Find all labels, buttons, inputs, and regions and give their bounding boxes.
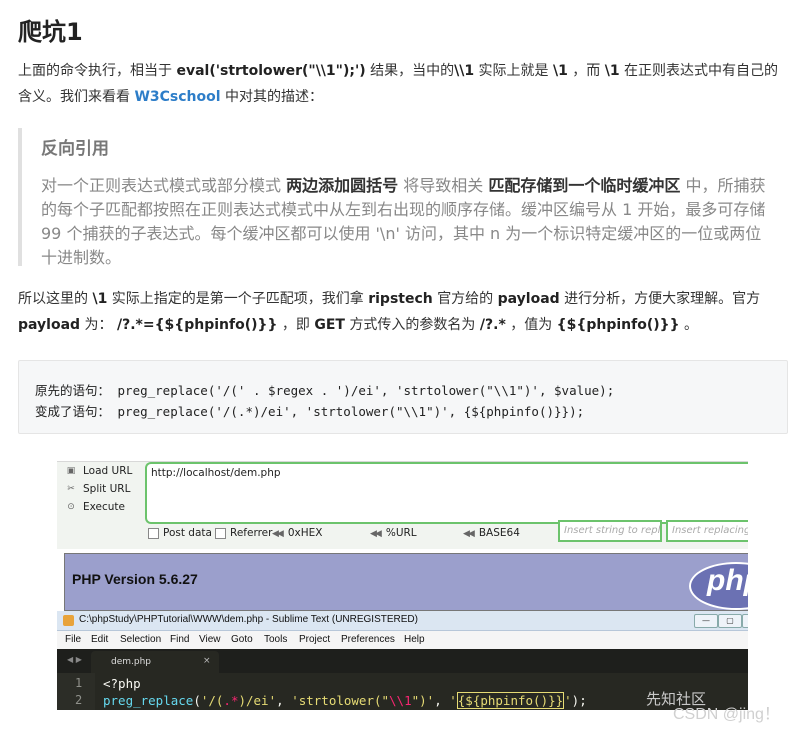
code-line-original: 原先的语句： preg_replace('/(' . $regex . ')/e… <box>35 383 615 398</box>
sublime-window: C:\phpStudy\PHPTutorial\WWW\dem.php - Su… <box>57 611 748 710</box>
sublime-tabbar: ◀ ▶ dem.php × <box>57 649 748 673</box>
line-gutter: 1 2 <box>57 673 95 710</box>
url-textarea[interactable]: http://localhost/dem.php <box>145 462 748 524</box>
split-url-button[interactable]: ✂ Split URL <box>65 483 130 495</box>
w3cschool-link[interactable]: W3Cschool <box>134 89 220 105</box>
line-number: 2 <box>75 693 83 707</box>
menu-goto[interactable]: Goto <box>231 634 253 645</box>
arrows-icon: ◀◀ <box>463 529 475 539</box>
csdn-watermark: CSDN @jing！ <box>673 706 780 723</box>
insert-string-input[interactable]: Insert string to replace <box>558 520 662 542</box>
execute-button[interactable]: ⊙ Execute <box>65 501 125 513</box>
minimize-button[interactable]: — <box>694 614 718 628</box>
embedded-screenshot: ▣ Load URL ✂ Split URL ⊙ Execute http://loc… <box>57 461 748 710</box>
arrows-icon: ◀◀ <box>272 529 284 539</box>
execute-icon: ⊙ <box>67 501 75 512</box>
line-number: 1 <box>75 676 83 690</box>
page-title: 爬坑1 <box>18 18 83 46</box>
php-logo: php <box>689 562 748 610</box>
sublime-editor[interactable]: 1 2 <?php preg_replace('/(.*)/ei', 'strt… <box>57 673 748 710</box>
phpinfo-header: PHP Version 5.6.27 php <box>64 553 748 611</box>
tab-close-icon[interactable]: × <box>203 656 211 666</box>
load-url-button[interactable]: ▣ Load URL <box>65 465 133 477</box>
close-window-button[interactable]: ✕ <box>742 614 748 628</box>
quote-heading: 反向引用 <box>41 139 109 159</box>
hex-encode-button[interactable]: ◀◀ 0xHEX <box>272 527 322 539</box>
menu-preferences[interactable]: Preferences <box>341 634 395 645</box>
code-line-changed: 变成了语句： preg_replace('/(.*)/ei', 'strtolo… <box>35 404 585 419</box>
selection-highlight: {${phpinfo()}} <box>456 692 565 709</box>
referrer-checkbox[interactable]: Referrer <box>215 527 272 539</box>
menu-find[interactable]: Find <box>170 634 189 645</box>
menu-tools[interactable]: Tools <box>264 634 287 645</box>
quote-text: 对一个正则表达式模式或部分模式 两边添加圆括号 将导致相关 匹配存储到一个临时缓… <box>41 176 766 267</box>
insert-replacing-input[interactable]: Insert replacing st <box>666 520 748 542</box>
blockquote: 反向引用 对一个正则表达式模式或部分模式 两边添加圆括号 将导致相关 匹配存储到… <box>18 128 792 267</box>
base64-button[interactable]: ◀◀ BASE64 <box>463 527 520 539</box>
arrows-icon: ◀◀ <box>370 529 382 539</box>
url-encode-button[interactable]: ◀◀ %URL <box>370 527 417 539</box>
load-url-icon: ▣ <box>66 465 76 476</box>
post-data-checkbox[interactable]: Post data <box>148 527 212 539</box>
phpinfo-page: PHP Version 5.6.27 php <box>57 549 748 611</box>
menu-selection[interactable]: Selection <box>120 634 161 645</box>
maximize-button[interactable]: ▢ <box>718 614 742 628</box>
sublime-titlebar: C:\phpStudy\PHPTutorial\WWW\dem.php - Su… <box>57 611 748 631</box>
menu-edit[interactable]: Edit <box>91 634 108 645</box>
tab-label: dem.php <box>111 657 152 667</box>
hackbar-panel: ▣ Load URL ✂ Split URL ⊙ Execute http://loc… <box>57 461 748 550</box>
tab-dem-php[interactable]: dem.php × <box>91 651 219 673</box>
sublime-menubar: File Edit Selection Find View Goto Tools… <box>57 631 748 649</box>
intro-paragraph: 上面的命令执行，相当于 eval('strtolower("\\1");') 结… <box>18 63 779 105</box>
menu-project[interactable]: Project <box>299 634 330 645</box>
code-line-2: preg_replace('/(.*)/ei', 'strtolower("\\… <box>103 692 587 709</box>
menu-file[interactable]: File <box>65 634 81 645</box>
code-block: 原先的语句： preg_replace('/(' . $regex . ')/e… <box>18 360 788 434</box>
url-value: http://localhost/dem.php <box>151 467 281 479</box>
menu-view[interactable]: View <box>199 634 221 645</box>
sublime-app-icon <box>63 615 74 626</box>
code-line-1: <?php <box>103 676 141 691</box>
split-url-icon: ✂ <box>67 483 75 494</box>
php-version: PHP Version 5.6.27 <box>72 571 198 587</box>
menu-help[interactable]: Help <box>404 634 425 645</box>
window-title: C:\phpStudy\PHPTutorial\WWW\dem.php - Su… <box>79 614 418 625</box>
tab-nav-arrows-icon[interactable]: ◀ ▶ <box>67 655 82 664</box>
analysis-paragraph: 所以这里的 \1 实际上指定的是第一个子匹配项，我们拿 ripstech 官方给… <box>18 291 761 333</box>
